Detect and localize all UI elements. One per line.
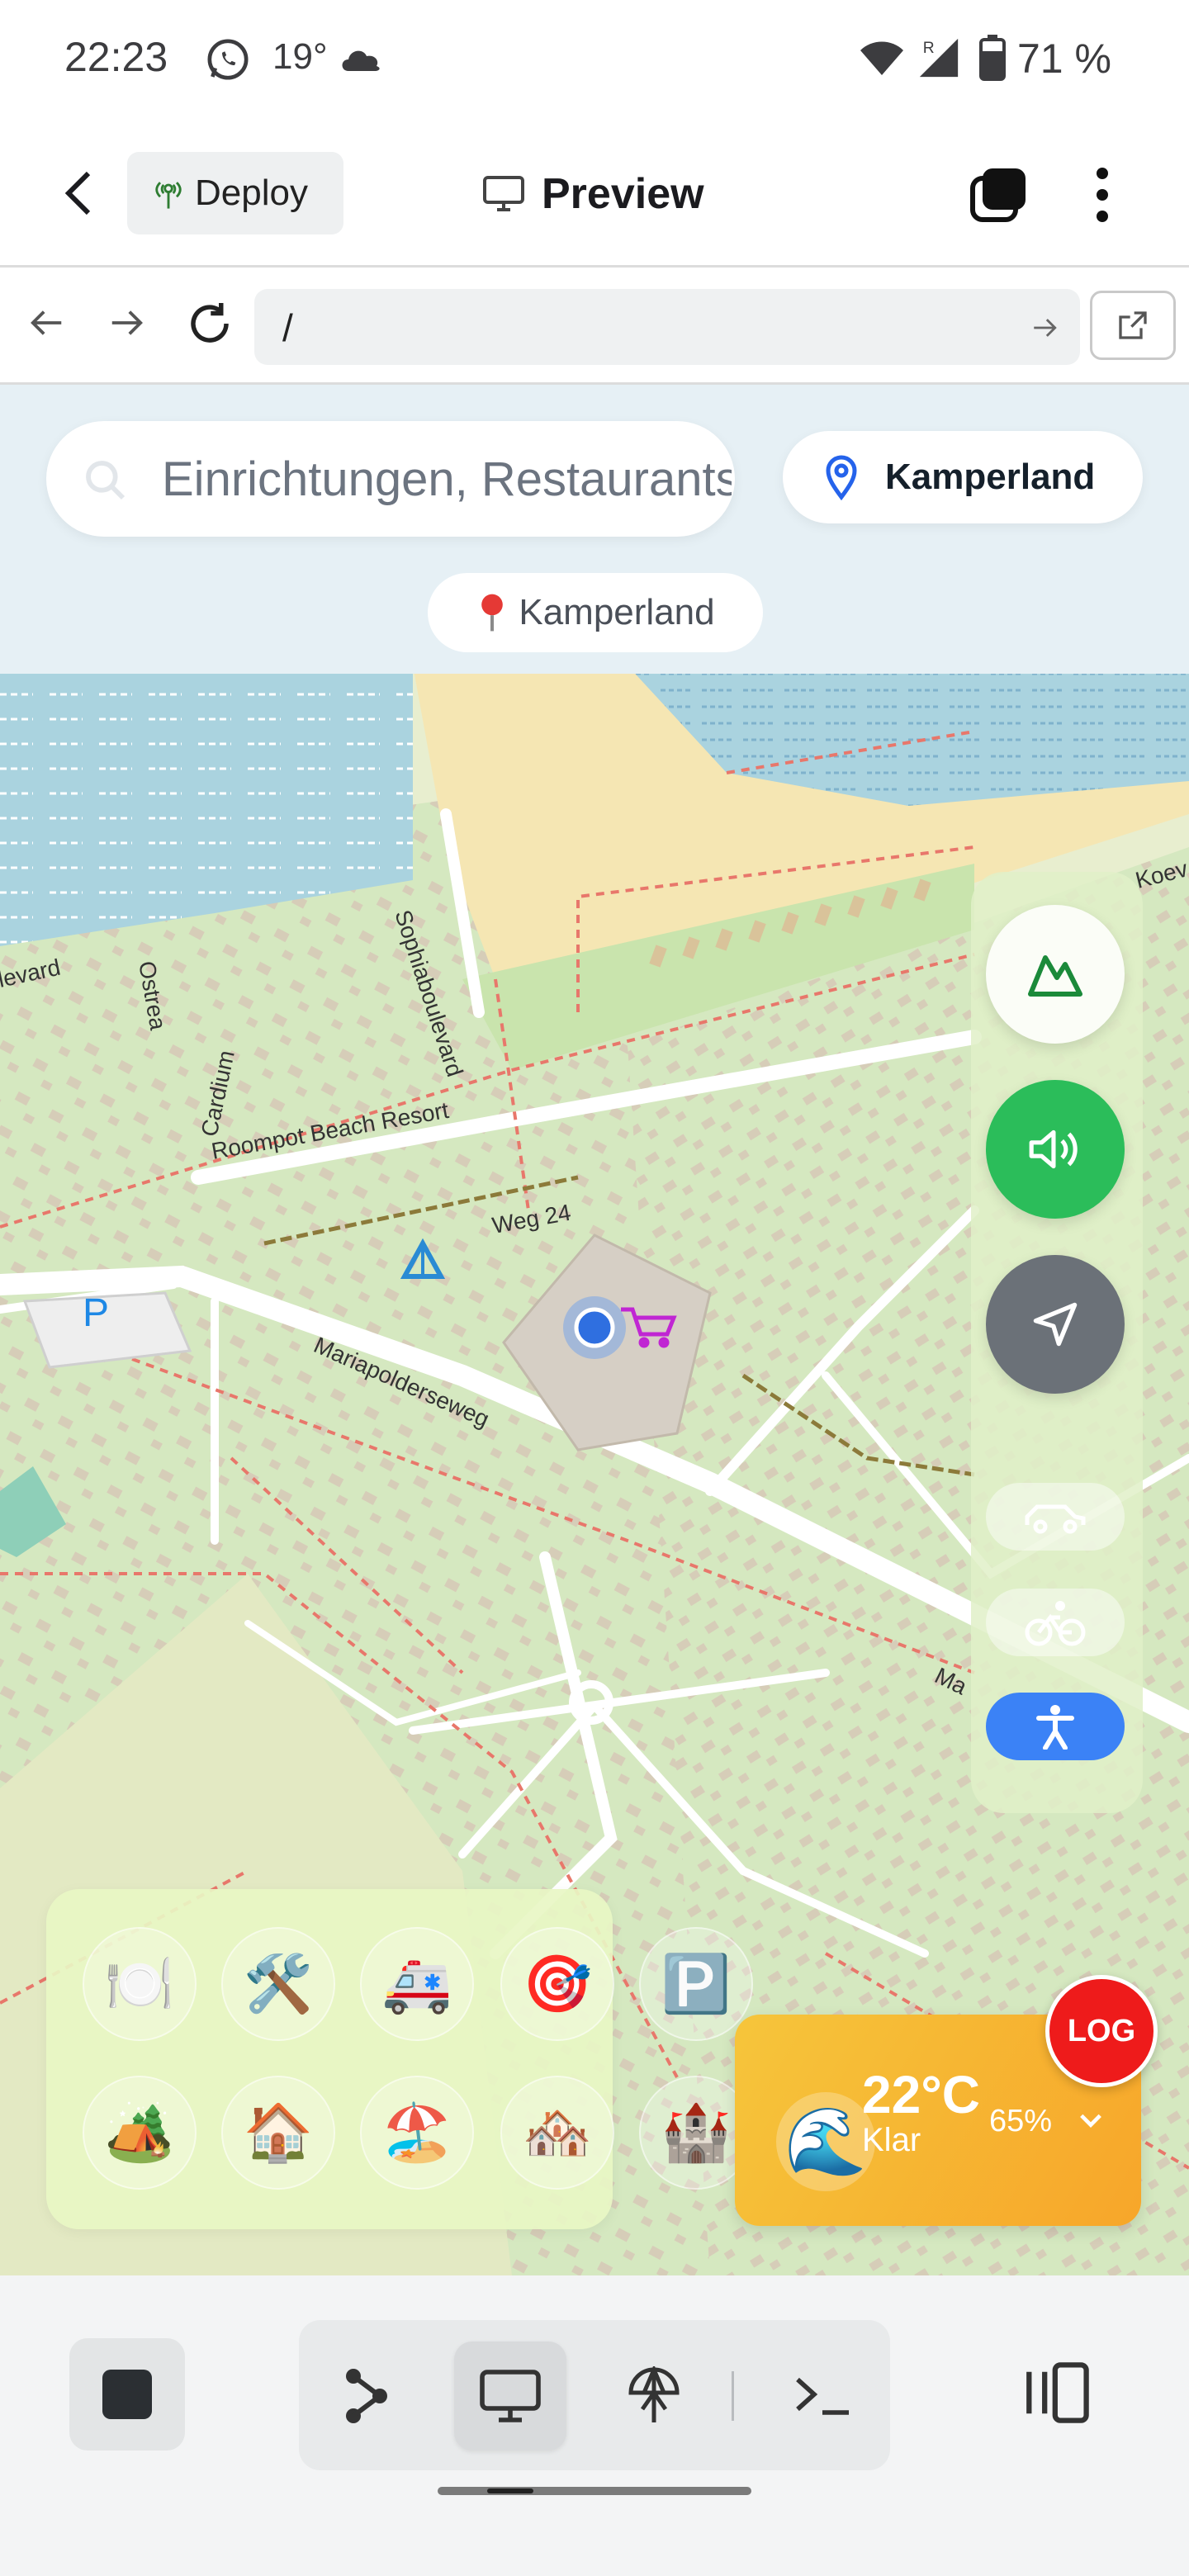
external-link-icon: [1119, 311, 1147, 339]
home-indicator[interactable]: [438, 2487, 751, 2495]
category-panel: 🍽️ 🛠️ 🚑 🎯 🏕️ 🏠 🏖️ 🏘️: [46, 1889, 614, 2229]
weather-humidity: 65%: [989, 2104, 1053, 2138]
category-restaurant[interactable]: 🍽️: [83, 1927, 197, 2041]
category-tools[interactable]: 🛠️: [221, 1927, 335, 2041]
location-button-label: Kamperland: [885, 457, 1096, 497]
search-input[interactable]: [162, 438, 732, 520]
url-text: /: [282, 306, 293, 349]
weather-wave-icon: 🌊: [776, 2092, 875, 2191]
accessibility-icon: [1036, 1705, 1074, 1750]
page-title-label: Preview: [542, 170, 704, 218]
terminal-view-button[interactable]: [766, 2342, 879, 2451]
graph-view-button[interactable]: [309, 2342, 421, 2451]
monitor-icon: [483, 176, 524, 211]
go-arrow-icon[interactable]: [1030, 314, 1059, 342]
category-parking[interactable]: 🅿️: [639, 1927, 753, 2041]
log-button[interactable]: LOG: [1045, 1975, 1158, 2087]
red-pin-icon: [481, 594, 504, 632]
wifi-icon: [860, 41, 903, 75]
reload-icon[interactable]: [185, 299, 234, 348]
parking-marker[interactable]: P: [83, 1291, 109, 1335]
weather-temperature: 22°C: [862, 2065, 980, 2124]
category-activities[interactable]: 🎯: [500, 1927, 614, 2041]
car-icon: [1025, 1504, 1086, 1534]
location-button[interactable]: Kamperland: [783, 431, 1143, 523]
svg-text:R: R: [923, 40, 935, 57]
navigation-arrow-icon: [1033, 1302, 1078, 1347]
back-arrow-icon[interactable]: [58, 168, 99, 218]
car-mode-button[interactable]: [986, 1483, 1125, 1551]
battery-percentage: 71 %: [1017, 36, 1111, 82]
browser-forward-icon[interactable]: [107, 304, 145, 342]
current-location-dot: [563, 1296, 626, 1359]
terrain-button[interactable]: [986, 905, 1125, 1044]
category-ambulance[interactable]: 🚑: [360, 1927, 474, 2041]
search-overlay: Kamperland Kamperland: [0, 385, 1189, 674]
antenna-icon: [628, 2366, 680, 2422]
app-header: Deploy Preview: [0, 119, 1189, 268]
weather-condition: Klar: [862, 2122, 921, 2158]
location-chip-label: Kamperland: [519, 592, 715, 632]
status-temperature: 19°: [272, 36, 328, 77]
switcher-divider: [732, 2371, 734, 2421]
monitor-icon: [480, 2370, 541, 2422]
view-switcher: [299, 2320, 890, 2470]
signal-icon: R: [919, 38, 959, 78]
battery-icon: [979, 35, 1006, 81]
category-beach[interactable]: 🏖️: [360, 2076, 474, 2190]
open-external-button[interactable]: [1090, 291, 1176, 360]
status-time: 22:23: [64, 34, 168, 80]
bottom-toolbar: [0, 2275, 1189, 2576]
terminal-icon: [796, 2377, 849, 2415]
whatsapp-icon: [207, 39, 249, 80]
stop-button[interactable]: [69, 2338, 185, 2451]
mountain-icon: [1028, 955, 1082, 997]
location-pin-icon: [826, 455, 857, 500]
cloud-icon: [342, 50, 380, 71]
browser-back-icon[interactable]: [28, 304, 66, 342]
stop-icon: [102, 2370, 152, 2419]
page-title: Preview: [482, 165, 704, 223]
more-vertical-icon[interactable]: [1090, 165, 1115, 225]
active-dash-indicator: [487, 2488, 533, 2493]
preview-view-button[interactable]: [454, 2342, 566, 2451]
side-panel-toggle-icon[interactable]: [1024, 2358, 1093, 2427]
navigate-button[interactable]: [986, 1255, 1125, 1394]
deploy-button[interactable]: Deploy: [127, 152, 343, 234]
deploy-view-button[interactable]: [598, 2342, 710, 2451]
category-camping[interactable]: 🏕️: [83, 2076, 197, 2190]
sound-button[interactable]: [986, 1080, 1125, 1219]
search-icon: [86, 461, 126, 500]
status-bar: 22:23 19° R 71 %: [0, 0, 1189, 119]
location-chip[interactable]: Kamperland: [428, 573, 763, 652]
tabs-icon[interactable]: [969, 165, 1029, 223]
chevron-down-icon[interactable]: [1078, 2112, 1103, 2129]
deploy-label: Deploy: [195, 173, 308, 213]
accessibility-mode-button[interactable]: [986, 1693, 1125, 1760]
graph-nodes-icon: [346, 2369, 387, 2423]
log-button-label: LOG: [1067, 2013, 1136, 2048]
bike-mode-button[interactable]: [986, 1589, 1125, 1656]
speaker-icon: [1029, 1129, 1078, 1169]
category-houses[interactable]: 🏘️: [500, 2076, 614, 2190]
tree-antenna-icon: [155, 182, 182, 209]
search-box[interactable]: [46, 421, 735, 537]
map-view[interactable]: Sophiaboulevard levard Ostrea Cardium Ro…: [0, 385, 1189, 2275]
url-bar: /: [0, 268, 1189, 385]
url-field[interactable]: /: [254, 289, 1080, 365]
bicycle-icon: [1025, 1601, 1086, 1646]
category-house[interactable]: 🏠: [221, 2076, 335, 2190]
map-controls: [971, 872, 1143, 1813]
